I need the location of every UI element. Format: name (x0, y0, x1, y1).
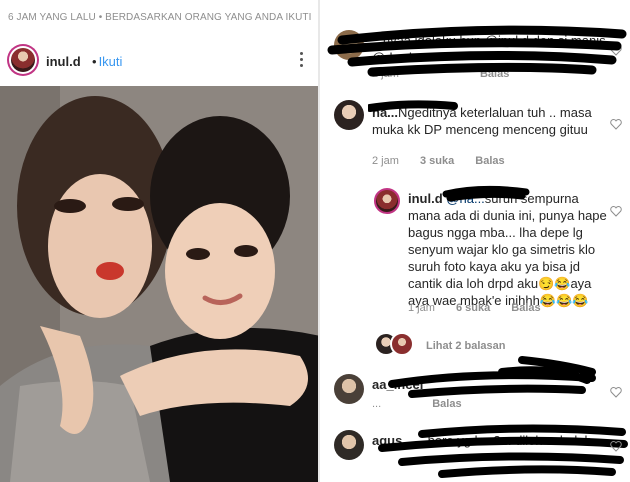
avatar[interactable] (7, 44, 39, 76)
reply-button[interactable]: Balas (475, 155, 504, 167)
post-photo-illustration (0, 86, 318, 482)
comment-time: 2 jam (372, 155, 399, 167)
post-header: inul.d • Ikuti (0, 40, 318, 86)
likes-count[interactable]: 6 suka (456, 302, 490, 314)
heart-icon[interactable] (610, 118, 622, 130)
reply-meta: 1 jam 6 suka Balas (408, 302, 559, 314)
heart-icon[interactable] (610, 44, 622, 56)
comment-avatar[interactable] (334, 430, 364, 460)
comment-body: agus... ...hero yg bnr2... diloh sebelah (372, 432, 612, 480)
comment-username[interactable]: ha... (372, 105, 398, 120)
reply-body: inul.d @ha...suruh sempurna mana ada di … (408, 190, 612, 309)
post-username[interactable]: inul.d (46, 54, 81, 69)
comment-text: ...hero yg bnr2... diloh sebelah (416, 433, 592, 448)
reply-time: 1 jam (408, 302, 435, 314)
comment-avatar[interactable] (334, 30, 364, 60)
post-photo[interactable] (0, 86, 318, 482)
follow-button[interactable]: • Ikuti (92, 54, 122, 69)
reply-username[interactable]: inul.d (408, 191, 443, 206)
comment-time: ... (372, 398, 382, 410)
reply-avatar[interactable] (374, 188, 400, 214)
heart-icon[interactable] (610, 205, 622, 217)
post-panel: 6 JAM YANG LALU • BERDASARKAN ORANG YANG… (0, 0, 320, 482)
follow-separator: • (92, 54, 97, 69)
comment-avatar[interactable] (334, 100, 364, 130)
comments-panel: ...nyaa idolaku bun @inul.d dan si manis… (322, 0, 630, 482)
post-meta: 6 JAM YANG LALU • BERDASARKAN ORANG YANG… (8, 12, 312, 23)
more-vertical-icon[interactable] (298, 52, 304, 70)
reply-mention[interactable]: @ha... (446, 191, 485, 206)
comment-avatar[interactable] (334, 374, 364, 404)
reply-button[interactable]: Balas (432, 398, 461, 410)
comment-meta: ... Balas (372, 398, 480, 410)
comment-username[interactable]: agus... (372, 433, 413, 448)
view-replies-link[interactable]: Lihat 2 balasan (426, 340, 505, 352)
reply-button[interactable]: Balas (480, 68, 509, 80)
heart-icon[interactable] (610, 440, 622, 452)
comment-text: ...nyaa idolaku bun @inul.d dan si manis… (372, 33, 606, 65)
comment-body: ha...Ngeditnya keterlaluan tuh .. masa m… (372, 104, 614, 138)
comment-text: Ngeditnya keterlaluan tuh .. masa muka k… (372, 105, 592, 137)
reply-button[interactable]: Balas (511, 302, 540, 314)
follow-label[interactable]: Ikuti (99, 54, 123, 69)
reply-text: suruh sempurna mana ada di dunia ini, pu… (408, 191, 607, 308)
replies-avatar (390, 332, 414, 356)
comment-time: 2 jam (372, 68, 399, 80)
heart-icon[interactable] (610, 386, 622, 398)
comment-meta: 2 jam Balas (372, 68, 527, 80)
comment-meta: 2 jam 3 suka Balas (372, 155, 523, 167)
comment-username[interactable]: aa_incel (372, 376, 423, 393)
likes-count[interactable]: 3 suka (420, 155, 454, 167)
